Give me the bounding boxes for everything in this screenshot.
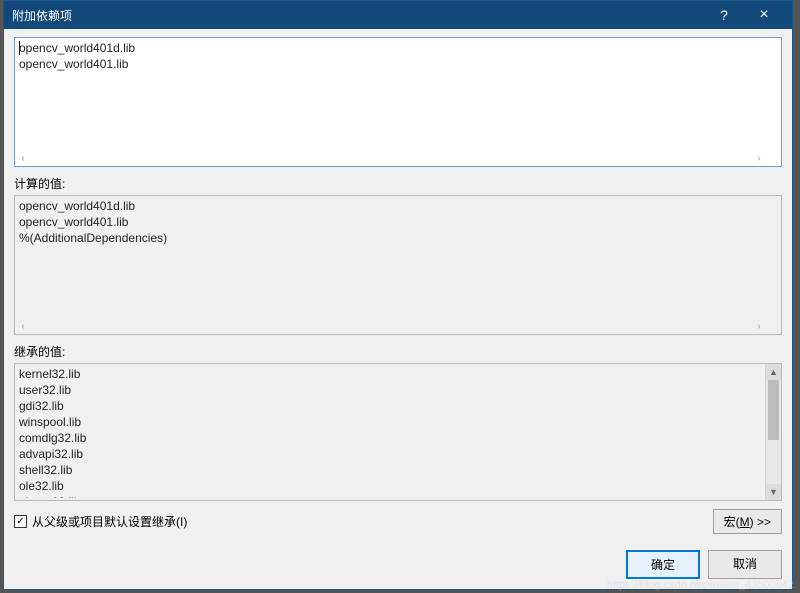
- scroll-thumb[interactable]: [768, 380, 779, 440]
- computed-values-label: 计算的值:: [14, 175, 782, 192]
- options-row: ✓ 从父级或项目默认设置继承(I) 宏(M) >>: [14, 509, 782, 534]
- inherit-checkbox[interactable]: ✓: [14, 515, 27, 528]
- horizontal-scrollbar[interactable]: ‹ ›: [17, 320, 765, 332]
- dialog-footer: 确定 取消: [4, 542, 792, 589]
- cancel-button[interactable]: 取消: [708, 550, 782, 579]
- scroll-left-icon[interactable]: ‹: [17, 321, 29, 332]
- computed-values-text: opencv_world401d.lib opencv_world401.lib…: [19, 198, 765, 318]
- inherit-checkbox-label: 从父级或项目默认设置继承(I): [32, 513, 187, 530]
- close-button[interactable]: ×: [744, 1, 784, 29]
- dependencies-edit-text: opencv_world401d.lib opencv_world401.lib: [19, 41, 135, 71]
- horizontal-scrollbar[interactable]: ‹ ›: [17, 152, 765, 164]
- inherit-checkbox-wrap[interactable]: ✓ 从父级或项目默认设置继承(I): [14, 513, 707, 530]
- titlebar[interactable]: 附加依赖项 ? ×: [4, 1, 792, 29]
- scroll-right-icon[interactable]: ›: [753, 153, 765, 164]
- help-button[interactable]: ?: [704, 1, 744, 29]
- vertical-scrollbar[interactable]: ▲ ▼: [765, 364, 781, 500]
- macros-button[interactable]: 宏(M) >>: [713, 509, 782, 534]
- dependencies-edit-textarea[interactable]: opencv_world401d.lib opencv_world401.lib…: [14, 37, 782, 167]
- dialog-title: 附加依赖项: [12, 7, 704, 24]
- scroll-track[interactable]: [766, 380, 781, 484]
- dialog-additional-dependencies: 附加依赖项 ? × opencv_world401d.lib opencv_wo…: [3, 0, 793, 590]
- inherited-values-text: kernel32.lib user32.lib gdi32.lib winspo…: [19, 366, 765, 498]
- computed-values-box: opencv_world401d.lib opencv_world401.lib…: [14, 195, 782, 335]
- inherited-values-box: kernel32.lib user32.lib gdi32.lib winspo…: [14, 363, 782, 501]
- scroll-down-icon[interactable]: ▼: [766, 484, 781, 500]
- ok-button[interactable]: 确定: [626, 550, 700, 579]
- scroll-up-icon[interactable]: ▲: [766, 364, 781, 380]
- dialog-content: opencv_world401d.lib opencv_world401.lib…: [4, 29, 792, 542]
- scroll-left-icon[interactable]: ‹: [17, 153, 29, 164]
- inherited-values-label: 继承的值:: [14, 343, 782, 360]
- scroll-right-icon[interactable]: ›: [753, 321, 765, 332]
